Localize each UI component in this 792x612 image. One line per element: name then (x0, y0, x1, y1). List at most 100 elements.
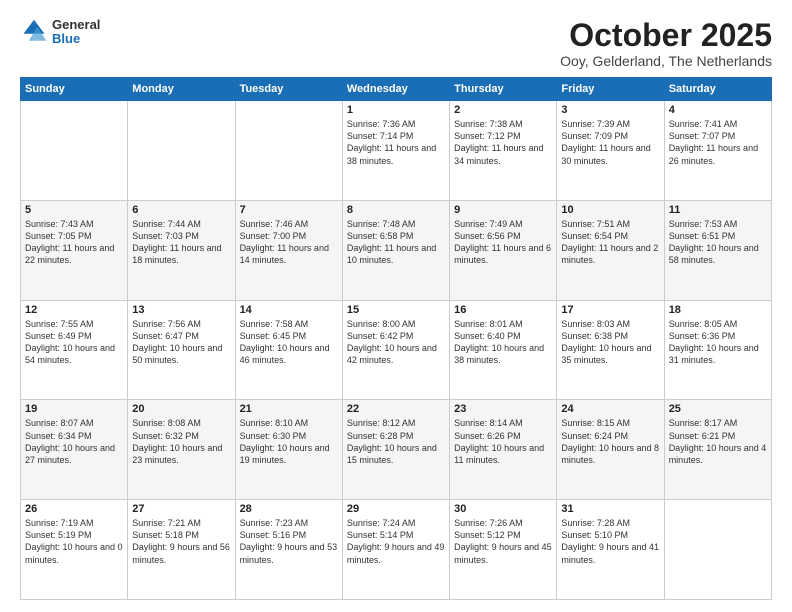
calendar-cell: 12Sunrise: 7:55 AM Sunset: 6:49 PM Dayli… (21, 300, 128, 400)
day-header-saturday: Saturday (664, 78, 771, 101)
day-number: 30 (454, 503, 552, 515)
logo-general-text: General (52, 18, 100, 32)
calendar-cell: 8 Sunrise: 7:48 AM Sunset: 6:58 PM Daylig… (342, 200, 449, 300)
day-number: 13 (132, 304, 230, 316)
calendar-cell: 24 Sunrise: 8:15 AM Sunset: 6:24 PM Dayli… (557, 400, 664, 500)
day-number: 6 (132, 204, 230, 216)
day-info: Sunrise: 8:07 AM Sunset: 6:34 PM Dayligh… (25, 417, 123, 466)
day-header-monday: Monday (128, 78, 235, 101)
day-number: 23 (454, 403, 552, 415)
day-info: Sunrise: 8:10 AM Sunset: 6:30 PM Dayligh… (240, 417, 338, 466)
calendar-cell: 17 Sunrise: 8:03 AM Sunset: 6:38 PM Dayli… (557, 300, 664, 400)
calendar-cell: 11Sunrise: 7:53 AM Sunset: 6:51 PM Dayli… (664, 200, 771, 300)
calendar-cell: 31 Sunrise: 7:28 AM Sunset: 5:10 PM Dayli… (557, 500, 664, 600)
day-info: Sunrise: 7:53 AM Sunset: 6:51 PM Dayligh… (669, 218, 767, 267)
header: General Blue October 2025 Ooy, Gelderlan… (20, 18, 772, 69)
day-number: 4 (669, 104, 767, 116)
day-info: Sunrise: 7:23 AM Sunset: 5:16 PM Dayligh… (240, 517, 338, 566)
calendar-cell: 18 Sunrise: 8:05 AM Sunset: 6:36 PM Dayli… (664, 300, 771, 400)
day-info: Sunrise: 7:26 AM Sunset: 5:12 PM Dayligh… (454, 517, 552, 566)
day-info: Sunrise: 8:00 AM Sunset: 6:42 PM Dayligh… (347, 318, 445, 367)
calendar-week-1: 1Sunrise: 7:36 AM Sunset: 7:14 PM Daylig… (21, 101, 772, 201)
day-number: 8 (347, 204, 445, 216)
day-number: 26 (25, 503, 123, 515)
day-info: Sunrise: 7:46 AM Sunset: 7:00 PM Dayligh… (240, 218, 338, 267)
day-info: Sunrise: 7:24 AM Sunset: 5:14 PM Dayligh… (347, 517, 445, 566)
page: General Blue October 2025 Ooy, Gelderlan… (0, 0, 792, 612)
day-number: 31 (561, 503, 659, 515)
calendar-cell (235, 101, 342, 201)
day-number: 16 (454, 304, 552, 316)
calendar-cell: 26 Sunrise: 7:19 AM Sunset: 5:19 PM Dayli… (21, 500, 128, 600)
day-number: 28 (240, 503, 338, 515)
day-number: 21 (240, 403, 338, 415)
day-info: Sunrise: 7:36 AM Sunset: 7:14 PM Dayligh… (347, 118, 445, 167)
day-info: Sunrise: 7:39 AM Sunset: 7:09 PM Dayligh… (561, 118, 659, 167)
calendar-week-5: 26 Sunrise: 7:19 AM Sunset: 5:19 PM Dayli… (21, 500, 772, 600)
day-info: Sunrise: 8:08 AM Sunset: 6:32 PM Dayligh… (132, 417, 230, 466)
day-number: 2 (454, 104, 552, 116)
day-number: 24 (561, 403, 659, 415)
calendar-week-3: 12Sunrise: 7:55 AM Sunset: 6:49 PM Dayli… (21, 300, 772, 400)
day-info: Sunrise: 8:12 AM Sunset: 6:28 PM Dayligh… (347, 417, 445, 466)
calendar-cell: 21 Sunrise: 8:10 AM Sunset: 6:30 PM Dayli… (235, 400, 342, 500)
calendar-cell: 6 Sunrise: 7:44 AM Sunset: 7:03 PM Daylig… (128, 200, 235, 300)
month-title: October 2025 (560, 18, 772, 53)
day-number: 10 (561, 204, 659, 216)
day-number: 27 (132, 503, 230, 515)
calendar-week-4: 19 Sunrise: 8:07 AM Sunset: 6:34 PM Dayli… (21, 400, 772, 500)
day-info: Sunrise: 7:19 AM Sunset: 5:19 PM Dayligh… (25, 517, 123, 566)
calendar-cell: 10 Sunrise: 7:51 AM Sunset: 6:54 PM Dayli… (557, 200, 664, 300)
calendar-cell: 13 Sunrise: 7:56 AM Sunset: 6:47 PM Dayli… (128, 300, 235, 400)
day-info: Sunrise: 8:15 AM Sunset: 6:24 PM Dayligh… (561, 417, 659, 466)
calendar-cell: 22 Sunrise: 8:12 AM Sunset: 6:28 PM Dayli… (342, 400, 449, 500)
logo-blue-text: Blue (52, 32, 100, 46)
day-number: 14 (240, 304, 338, 316)
location-subtitle: Ooy, Gelderland, The Netherlands (560, 53, 772, 69)
day-header-tuesday: Tuesday (235, 78, 342, 101)
day-number: 7 (240, 204, 338, 216)
calendar-cell: 19 Sunrise: 8:07 AM Sunset: 6:34 PM Dayli… (21, 400, 128, 500)
day-number: 12 (25, 304, 123, 316)
day-info: Sunrise: 7:28 AM Sunset: 5:10 PM Dayligh… (561, 517, 659, 566)
calendar-cell: 27 Sunrise: 7:21 AM Sunset: 5:18 PM Dayli… (128, 500, 235, 600)
day-info: Sunrise: 7:41 AM Sunset: 7:07 PM Dayligh… (669, 118, 767, 167)
day-header-sunday: Sunday (21, 78, 128, 101)
day-number: 25 (669, 403, 767, 415)
calendar-week-2: 5Sunrise: 7:43 AM Sunset: 7:05 PM Daylig… (21, 200, 772, 300)
day-info: Sunrise: 7:51 AM Sunset: 6:54 PM Dayligh… (561, 218, 659, 267)
day-info: Sunrise: 7:48 AM Sunset: 6:58 PM Dayligh… (347, 218, 445, 267)
calendar-header-row: SundayMondayTuesdayWednesdayThursdayFrid… (21, 78, 772, 101)
day-number: 20 (132, 403, 230, 415)
day-info: Sunrise: 8:05 AM Sunset: 6:36 PM Dayligh… (669, 318, 767, 367)
logo-icon (20, 18, 48, 46)
day-info: Sunrise: 7:56 AM Sunset: 6:47 PM Dayligh… (132, 318, 230, 367)
day-header-wednesday: Wednesday (342, 78, 449, 101)
calendar-cell: 9Sunrise: 7:49 AM Sunset: 6:56 PM Daylig… (450, 200, 557, 300)
day-info: Sunrise: 8:17 AM Sunset: 6:21 PM Dayligh… (669, 417, 767, 466)
day-number: 22 (347, 403, 445, 415)
calendar-cell: 5Sunrise: 7:43 AM Sunset: 7:05 PM Daylig… (21, 200, 128, 300)
day-info: Sunrise: 7:21 AM Sunset: 5:18 PM Dayligh… (132, 517, 230, 566)
calendar-cell: 23 Sunrise: 8:14 AM Sunset: 6:26 PM Dayli… (450, 400, 557, 500)
calendar-cell (21, 101, 128, 201)
logo: General Blue (20, 18, 100, 47)
day-info: Sunrise: 8:03 AM Sunset: 6:38 PM Dayligh… (561, 318, 659, 367)
day-info: Sunrise: 7:44 AM Sunset: 7:03 PM Dayligh… (132, 218, 230, 267)
day-info: Sunrise: 7:38 AM Sunset: 7:12 PM Dayligh… (454, 118, 552, 167)
day-number: 29 (347, 503, 445, 515)
calendar-cell: 30 Sunrise: 7:26 AM Sunset: 5:12 PM Dayli… (450, 500, 557, 600)
calendar-cell: 16Sunrise: 8:01 AM Sunset: 6:40 PM Dayli… (450, 300, 557, 400)
calendar-cell: 25 Sunrise: 8:17 AM Sunset: 6:21 PM Dayli… (664, 400, 771, 500)
day-info: Sunrise: 8:14 AM Sunset: 6:26 PM Dayligh… (454, 417, 552, 466)
calendar-cell: 3Sunrise: 7:39 AM Sunset: 7:09 PM Daylig… (557, 101, 664, 201)
day-number: 19 (25, 403, 123, 415)
day-info: Sunrise: 7:49 AM Sunset: 6:56 PM Dayligh… (454, 218, 552, 267)
calendar-cell: 20 Sunrise: 8:08 AM Sunset: 6:32 PM Dayli… (128, 400, 235, 500)
calendar-cell: 14 Sunrise: 7:58 AM Sunset: 6:45 PM Dayli… (235, 300, 342, 400)
day-info: Sunrise: 7:58 AM Sunset: 6:45 PM Dayligh… (240, 318, 338, 367)
day-number: 18 (669, 304, 767, 316)
day-number: 17 (561, 304, 659, 316)
title-block: October 2025 Ooy, Gelderland, The Nether… (560, 18, 772, 69)
calendar-cell: 7 Sunrise: 7:46 AM Sunset: 7:00 PM Daylig… (235, 200, 342, 300)
